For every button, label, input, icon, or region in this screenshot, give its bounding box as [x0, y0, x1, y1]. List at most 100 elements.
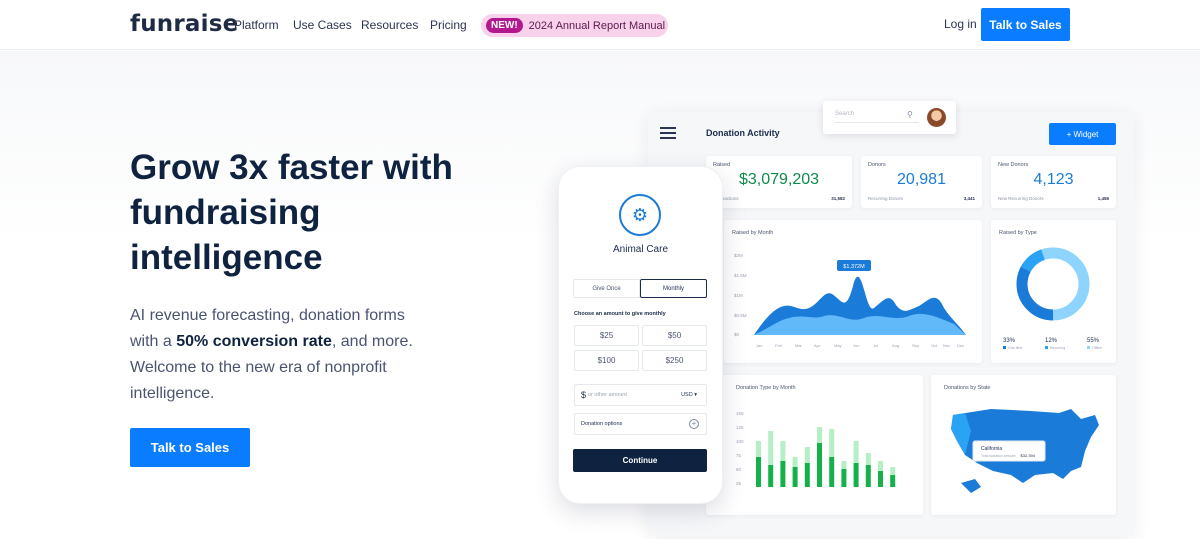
- currency-select[interactable]: USD ▾: [681, 392, 697, 398]
- map-tooltip-state: California: [981, 446, 1002, 452]
- nav-link-platform[interactable]: Platform: [234, 18, 279, 32]
- kpi-card-donors: Donors 20,981 Recurring Donors 3,441: [861, 156, 982, 208]
- y-tick: 150: [736, 411, 744, 416]
- kpi-foot-label: Recurring Donors: [868, 196, 904, 201]
- dollar-icon: $: [581, 390, 587, 400]
- kpi-label: Raised: [713, 162, 731, 168]
- kpi-card-raised: Raised $3,079,203 Transactions 31,582: [706, 156, 852, 208]
- raised-by-type-card: Raised by Type 33% 12% 55% One-time Recu…: [991, 220, 1116, 363]
- type-pct: 33%: [1003, 338, 1016, 344]
- nav-link-pricing[interactable]: Pricing: [430, 18, 467, 32]
- top-nav: funraise Platform Use Cases Resources Pr…: [0, 0, 1200, 50]
- bar-dark: [756, 457, 761, 487]
- amount-label: Choose an amount to give monthly: [574, 311, 666, 317]
- x-tick: Jul: [873, 343, 878, 348]
- continue-button[interactable]: Continue: [573, 449, 707, 472]
- amount-option-100[interactable]: $100: [574, 350, 639, 371]
- x-tick: Oct: [931, 343, 938, 348]
- donation-options-label: Donation options: [581, 421, 623, 427]
- new-badge: NEW!: [486, 18, 523, 33]
- kpi-foot-value: 3,441: [963, 196, 975, 201]
- legend-swatch: [1087, 346, 1090, 349]
- amount-option-50[interactable]: $50: [642, 325, 707, 346]
- kpi-value: $3,079,203: [738, 171, 820, 188]
- currency-value: USD: [681, 392, 693, 398]
- x-tick: Nov: [943, 343, 950, 348]
- bar-dark: [792, 467, 798, 487]
- dashboard-title: Donation Activity: [706, 128, 780, 138]
- raised-by-type-donut: 33% 12% 55% One-time Recurring Offline: [1003, 247, 1102, 350]
- avatar[interactable]: [927, 108, 946, 127]
- map-tooltip-value: $32,394: [1021, 453, 1036, 458]
- bar-dark: [853, 463, 859, 487]
- funraise-logo[interactable]: funraise: [130, 11, 238, 37]
- announcement-pill[interactable]: NEW! 2024 Annual Report Manual: [481, 14, 668, 37]
- bar-light: [853, 441, 859, 463]
- tooltip-value: $1.372M: [843, 264, 865, 270]
- x-tick: Jun: [853, 343, 859, 348]
- x-tick: Sep: [912, 343, 920, 348]
- kpi-foot-value: 31,582: [831, 196, 845, 201]
- bar-light: [804, 447, 810, 463]
- bar-light: [756, 441, 761, 457]
- other-amount-input[interactable]: $ or other amount USD ▾: [574, 384, 707, 406]
- search-card: Search ⚲: [823, 101, 956, 134]
- y-tick: $1M: [734, 293, 743, 298]
- other-amount-placeholder: or other amount: [588, 392, 627, 398]
- y-tick: $2M: [734, 253, 743, 258]
- search-icon[interactable]: ⚲: [907, 110, 913, 119]
- animal-care-logo-icon: ⚙: [619, 194, 661, 236]
- kpi-value: 20,981: [897, 171, 946, 188]
- bar-light: [890, 467, 896, 475]
- x-tick: Mar: [795, 343, 803, 348]
- menu-icon[interactable]: [660, 127, 676, 142]
- raised-by-month-chart: $2M $1.5M $1M $0.5M $0 $1.372M Jan Feb M…: [734, 253, 966, 348]
- y-tick: $0.5M: [734, 313, 747, 318]
- type-label: Recurring: [1050, 346, 1065, 350]
- hero-talk-to-sales-button[interactable]: Talk to Sales: [130, 428, 250, 467]
- tab-give-once[interactable]: Give Once: [573, 279, 640, 298]
- map-tooltip-label: Total donation amount: [981, 454, 1015, 458]
- subtext-bold: 50% conversion rate: [176, 333, 332, 350]
- y-tick: $0: [734, 332, 740, 337]
- y-tick: 75: [736, 453, 742, 458]
- x-tick: Dec: [957, 343, 964, 348]
- kpi-value: 4,123: [1033, 171, 1074, 188]
- bar-dark: [890, 475, 896, 487]
- y-tick: 100: [736, 439, 744, 444]
- organization-name: Animal Care: [612, 244, 669, 255]
- legend-swatch: [1045, 346, 1048, 349]
- kpi-card-new-donors: New Donors 4,123 New Recurring Donors 1,4…: [991, 156, 1116, 208]
- plus-icon[interactable]: +: [689, 419, 699, 429]
- amount-option-250[interactable]: $250: [642, 350, 707, 371]
- bar-light: [829, 429, 835, 457]
- type-label: Offline: [1092, 346, 1102, 350]
- x-tick: Feb: [775, 343, 783, 348]
- x-tick: Apr: [814, 343, 821, 348]
- login-link[interactable]: Log in: [944, 17, 977, 31]
- legend-swatch: [1003, 346, 1006, 349]
- bar-dark: [841, 469, 847, 487]
- bar-dark: [780, 461, 786, 487]
- kpi-label: Donors: [868, 162, 886, 168]
- x-tick: Jan: [756, 343, 762, 348]
- kpi-foot-label: New Recurring Donors: [998, 196, 1044, 201]
- tab-monthly[interactable]: Monthly: [640, 279, 707, 298]
- bar-light: [878, 461, 883, 471]
- y-tick: $1.5M: [734, 273, 747, 278]
- amount-option-25[interactable]: $25: [574, 325, 639, 346]
- donation-options-row[interactable]: Donation options +: [574, 413, 707, 435]
- us-map: California Total donation amount $32,394: [951, 409, 1099, 493]
- bar-light: [768, 431, 774, 465]
- nav-link-use-cases[interactable]: Use Cases: [293, 18, 352, 32]
- nav-link-resources[interactable]: Resources: [361, 18, 418, 32]
- nav-talk-to-sales-button[interactable]: Talk to Sales: [981, 8, 1070, 41]
- bar-light: [780, 441, 786, 461]
- add-widget-button[interactable]: + Widget: [1049, 123, 1116, 145]
- y-tick: 25: [736, 481, 742, 486]
- bar-dark: [865, 465, 871, 487]
- bar-light: [841, 461, 847, 469]
- x-tick: Aug: [892, 343, 899, 348]
- hero-subtext: AI revenue forecasting, donation forms w…: [130, 303, 430, 407]
- x-tick: May: [834, 343, 842, 348]
